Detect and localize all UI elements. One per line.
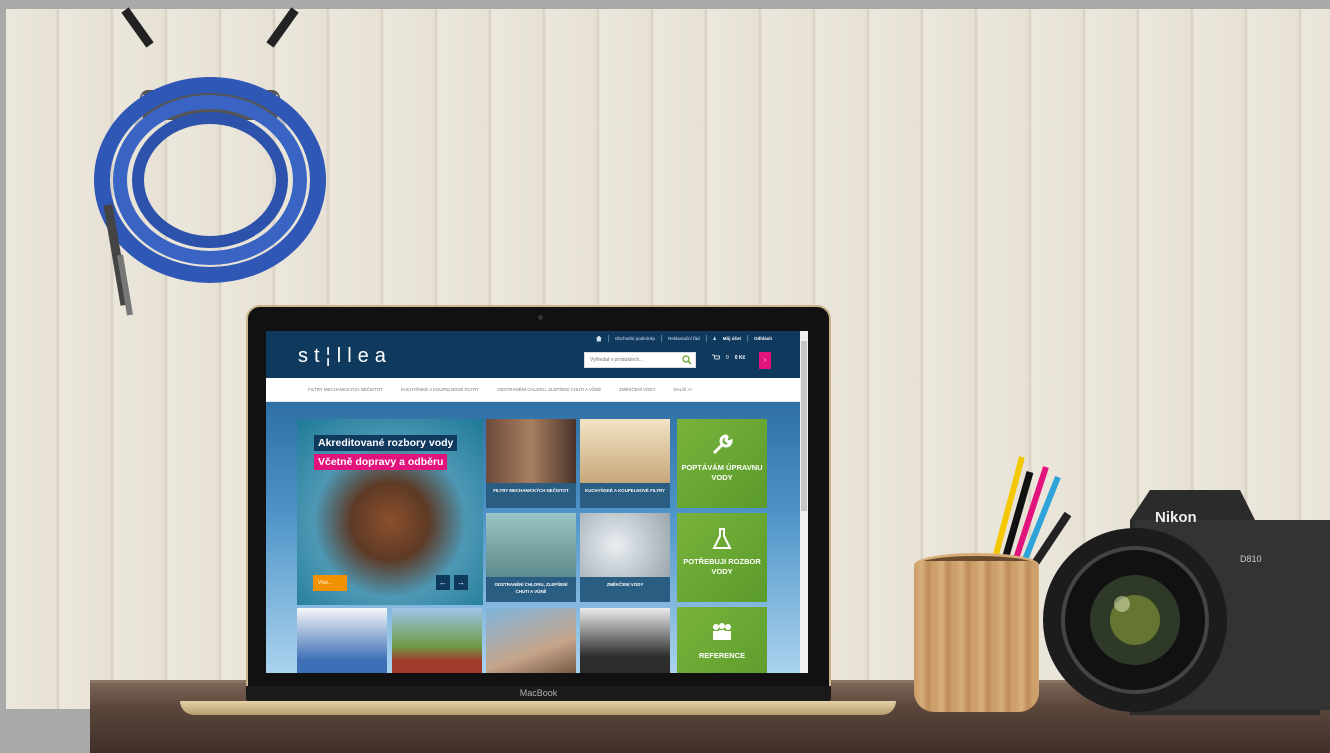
- main-content: Akreditované rozbory vody Včetně dopravy…: [266, 402, 800, 673]
- webcam: [538, 315, 543, 320]
- tile-photo-tractor[interactable]: [392, 608, 482, 673]
- cart[interactable]: 0 0 Kč: [712, 354, 745, 361]
- tile-photo-woman[interactable]: [297, 608, 387, 673]
- tile-caption: Odstranění chloru, zlepšení chuti a vůně: [486, 577, 576, 602]
- hero-more-button[interactable]: Více...: [313, 575, 347, 591]
- camera-icon: Nikon D810: [1043, 490, 1330, 715]
- tile-caption: Kuchyňské a koupelnové filtry: [580, 483, 670, 508]
- tile-water-softening[interactable]: Změkčení vody: [580, 513, 670, 602]
- green-tile-treatment[interactable]: Poptávám úpravnu vody: [677, 419, 767, 508]
- camera-model: D810: [1240, 554, 1262, 564]
- top-links: Obchodní podmínky Reklamační řád ♟ Můj ú…: [595, 335, 772, 342]
- nav-item-kitchen-filters[interactable]: Kuchyňské a koupelnové filtry: [401, 387, 479, 392]
- search-input[interactable]: [590, 357, 680, 363]
- laptop-screen: st¦llea Obchodní podmínky Reklamační řád…: [266, 331, 808, 673]
- main-nav: Filtry mechanických nečistot Kuchyňské a…: [266, 378, 800, 402]
- cart-price: 0 Kč: [734, 354, 746, 361]
- top-link-account[interactable]: Můj účet: [723, 336, 741, 341]
- top-link-logout[interactable]: Odhlásit: [754, 336, 772, 341]
- hero-subtitle: Včetně dopravy a odběru: [314, 454, 448, 470]
- tile-caption: Změkčení vody: [580, 577, 670, 602]
- green-tile-reference[interactable]: Reference: [677, 607, 767, 673]
- flask-icon: [712, 528, 732, 549]
- slider-next-button[interactable]: →: [454, 575, 468, 590]
- people-icon: [713, 623, 731, 640]
- hero-title: Akreditované rozbory vody: [314, 435, 458, 451]
- scrollbar[interactable]: [800, 331, 808, 673]
- home-icon[interactable]: [595, 335, 602, 342]
- green-tile-analysis[interactable]: Potřebuji rozbor vody: [677, 513, 767, 602]
- scrollbar-thumb[interactable]: [801, 341, 807, 511]
- hero-banner[interactable]: Akreditované rozbory vody Včetně dopravy…: [297, 419, 483, 605]
- search-icon[interactable]: [682, 355, 692, 365]
- nav-item-water-softening[interactable]: Změkčení vody: [619, 387, 655, 392]
- hose-coil-icon: [94, 7, 326, 316]
- wrench-icon: [712, 434, 733, 455]
- site-logo[interactable]: st¦llea: [298, 345, 392, 368]
- tile-photo-pipes[interactable]: [486, 608, 576, 673]
- nav-item-chlorine-removal[interactable]: Odstranění chloru, zlepšení chuti a vůně: [497, 387, 601, 392]
- top-link-complaints[interactable]: Reklamační řád: [668, 336, 700, 341]
- nav-item-more[interactable]: Další >>: [674, 387, 693, 392]
- slider-prev-button[interactable]: ←: [436, 575, 450, 590]
- camera-brand: Nikon: [1155, 509, 1197, 526]
- tile-caption: Filtry mechanických nečistot: [486, 483, 576, 508]
- pencil-cup: [914, 561, 1039, 712]
- site-header: st¦llea Obchodní podmínky Reklamační řád…: [266, 331, 808, 378]
- laptop-base: [180, 701, 896, 715]
- cart-icon: [712, 354, 720, 360]
- green-tile-label: Poptávám úpravnu vody: [681, 463, 763, 483]
- green-tile-label: Potřebuji rozbor vody: [683, 557, 761, 577]
- laptop-hinge: MacBook: [246, 686, 831, 702]
- top-link-terms[interactable]: Obchodní podmínky: [615, 336, 655, 341]
- cart-count: 0: [726, 354, 729, 361]
- nav-item-mechanical-filters[interactable]: Filtry mechanických nečistot: [308, 387, 383, 392]
- desk-scene: MacBook st¦llea Obchodní podmínky Reklam…: [0, 0, 1330, 753]
- green-tile-label: Reference: [698, 651, 746, 660]
- laptop-brand: MacBook: [519, 688, 558, 698]
- search-box: [584, 352, 696, 368]
- tile-photo-interior[interactable]: [580, 608, 670, 673]
- tile-chlorine-removal[interactable]: Odstranění chloru, zlepšení chuti a vůně: [486, 513, 576, 602]
- user-icon: ♟: [712, 335, 717, 341]
- tile-kitchen-filters[interactable]: Kuchyňské a koupelnové filtry: [580, 419, 670, 508]
- cart-button[interactable]: ›: [759, 352, 771, 369]
- tile-mechanical-filters[interactable]: Filtry mechanických nečistot: [486, 419, 576, 508]
